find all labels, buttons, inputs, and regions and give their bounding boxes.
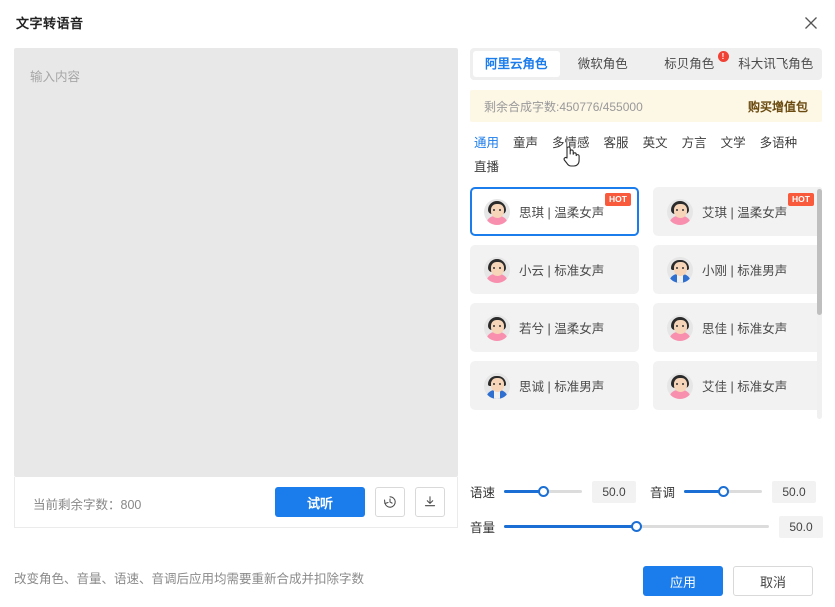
provider-tab-label: 标贝角色 bbox=[664, 57, 715, 71]
provider-tab-label: 微软角色 bbox=[577, 57, 628, 71]
voice-card[interactable]: 思诚 | 标准男声 bbox=[470, 361, 639, 410]
cancel-button[interactable]: 取消 bbox=[733, 566, 813, 596]
avatar bbox=[484, 314, 510, 341]
provider-tab-1[interactable]: 微软角色 bbox=[560, 51, 647, 77]
voice-card[interactable]: 思琪 | 温柔女声 HOT bbox=[470, 187, 639, 236]
avatar bbox=[667, 198, 693, 225]
voice-card[interactable]: 思佳 | 标准女声 bbox=[653, 303, 822, 352]
voice-name: 若兮 | 温柔女声 bbox=[519, 322, 605, 336]
slider-knob[interactable] bbox=[537, 485, 549, 497]
avatar bbox=[667, 372, 693, 399]
slider-value: 50.0 bbox=[772, 480, 817, 503]
category-tab-0[interactable]: 通用 bbox=[474, 134, 499, 152]
audio-sliders: 语速 50.0 音调 50.0 音量 50.0 bbox=[470, 478, 824, 540]
category-tab-1[interactable]: 童声 bbox=[513, 134, 538, 152]
avatar bbox=[484, 256, 510, 283]
slider-2: 音量 50.0 bbox=[470, 515, 824, 538]
voice-card[interactable]: 艾琪 | 温柔女声 HOT bbox=[653, 187, 822, 236]
voice-card[interactable]: 小刚 | 标准男声 bbox=[653, 245, 822, 294]
category-tab-5[interactable]: 方言 bbox=[682, 134, 707, 152]
download-icon[interactable] bbox=[415, 487, 445, 517]
provider-tab-badge: ! bbox=[717, 51, 729, 62]
hot-badge: HOT bbox=[788, 193, 814, 206]
voice-name: 思诚 | 标准男声 bbox=[519, 380, 605, 394]
history-icon[interactable] bbox=[375, 487, 405, 517]
voice-name: 思琪 | 温柔女声 bbox=[519, 206, 605, 220]
provider-tab-label: 科大讯飞角色 bbox=[738, 57, 814, 71]
voice-name: 艾琪 | 温柔女声 bbox=[702, 206, 788, 220]
provider-tab-bar: 阿里云角色 微软角色 标贝角色! 科大讯飞角色 bbox=[470, 48, 822, 80]
editor-panel: 当前剩余字数：800 试听 bbox=[14, 48, 458, 528]
voice-name: 小刚 | 标准男声 bbox=[702, 264, 788, 278]
slider-track[interactable] bbox=[684, 485, 763, 497]
slider-label: 音量 bbox=[470, 521, 496, 535]
slider-fill bbox=[504, 525, 637, 528]
category-tab-8[interactable]: 直播 bbox=[474, 158, 499, 176]
slider-1: 音调 50.0 bbox=[650, 480, 817, 503]
provider-tab-0[interactable]: 阿里云角色 bbox=[473, 51, 560, 77]
close-icon[interactable] bbox=[801, 13, 821, 33]
quota-text: 剩余合成字数:450776/455000 bbox=[484, 99, 643, 114]
apply-button[interactable]: 应用 bbox=[643, 566, 723, 596]
category-tab-bar: 通用 童声 多情感 客服 英文 方言 文学 多语种直播 bbox=[470, 134, 822, 176]
buy-package-link[interactable]: 购买增值包 bbox=[748, 98, 808, 115]
slider-knob[interactable] bbox=[717, 485, 729, 497]
hot-badge: HOT bbox=[605, 193, 631, 206]
voice-settings-panel: 阿里云角色 微软角色 标贝角色! 科大讯飞角色 剩余合成字数:450776/45500… bbox=[470, 48, 822, 419]
provider-tab-label: 阿里云角色 bbox=[484, 57, 548, 71]
slider-label: 语速 bbox=[470, 486, 496, 500]
category-tab-7[interactable]: 多语种 bbox=[760, 134, 798, 152]
slider-track[interactable] bbox=[504, 485, 583, 497]
slider-row-bottom: 音量 50.0 bbox=[470, 513, 824, 540]
voice-list-scrollbar-thumb[interactable] bbox=[817, 189, 822, 315]
dialog-footer: 应用 取消 bbox=[643, 566, 813, 596]
slider-knob[interactable] bbox=[631, 520, 643, 532]
text-to-speech-dialog: 文字转语音 当前剩余字数：800 试听 bbox=[0, 0, 835, 607]
page-title: 文字转语音 bbox=[16, 16, 84, 31]
slider-0: 语速 50.0 bbox=[470, 480, 637, 503]
slider-value: 50.0 bbox=[779, 515, 824, 538]
category-tab-4[interactable]: 英文 bbox=[643, 134, 668, 152]
dialog-header: 文字转语音 bbox=[0, 0, 835, 44]
category-tab-6[interactable]: 文学 bbox=[721, 134, 746, 152]
provider-tab-2[interactable]: 标贝角色! bbox=[646, 51, 733, 77]
voice-card[interactable]: 若兮 | 温柔女声 bbox=[470, 303, 639, 352]
avatar bbox=[484, 198, 510, 225]
avatar bbox=[484, 372, 510, 399]
voice-name: 艾佳 | 标准女声 bbox=[702, 380, 788, 394]
hint-label: 改变角色、音量、语速、音调后应用均需要重新合成并扣除字数 bbox=[14, 572, 365, 586]
text-input[interactable] bbox=[14, 48, 458, 477]
remaining-chars-label: 当前剩余字数：800 bbox=[33, 498, 142, 512]
voice-grid: 思琪 | 温柔女声 HOT 艾琪 | 温柔女声 HOT 小云 | 标准女声 小刚 | 标准… bbox=[470, 187, 822, 410]
voice-list-scrollbar-track bbox=[817, 187, 822, 419]
voice-name: 小云 | 标准女声 bbox=[519, 264, 605, 278]
slider-label: 音调 bbox=[650, 486, 676, 500]
avatar bbox=[667, 314, 693, 341]
audition-button[interactable]: 试听 bbox=[275, 487, 365, 517]
category-tab-3[interactable]: 客服 bbox=[604, 134, 629, 152]
slider-row-top: 语速 50.0 音调 50.0 bbox=[470, 478, 822, 505]
avatar bbox=[667, 256, 693, 283]
quota-notice: 剩余合成字数:450776/455000 购买增值包 bbox=[470, 90, 822, 122]
voice-card[interactable]: 小云 | 标准女声 bbox=[470, 245, 639, 294]
voice-card[interactable]: 艾佳 | 标准女声 bbox=[653, 361, 822, 410]
category-tab-2[interactable]: 多情感 bbox=[552, 134, 590, 152]
voice-name: 思佳 | 标准女声 bbox=[702, 322, 788, 336]
slider-value: 50.0 bbox=[592, 480, 637, 503]
slider-track[interactable] bbox=[504, 520, 770, 532]
provider-tab-3[interactable]: 科大讯飞角色 bbox=[733, 51, 820, 77]
editor-toolbar: 当前剩余字数：800 试听 bbox=[14, 477, 458, 528]
voice-list: 思琪 | 温柔女声 HOT 艾琪 | 温柔女声 HOT 小云 | 标准女声 小刚 | 标准… bbox=[470, 187, 822, 419]
